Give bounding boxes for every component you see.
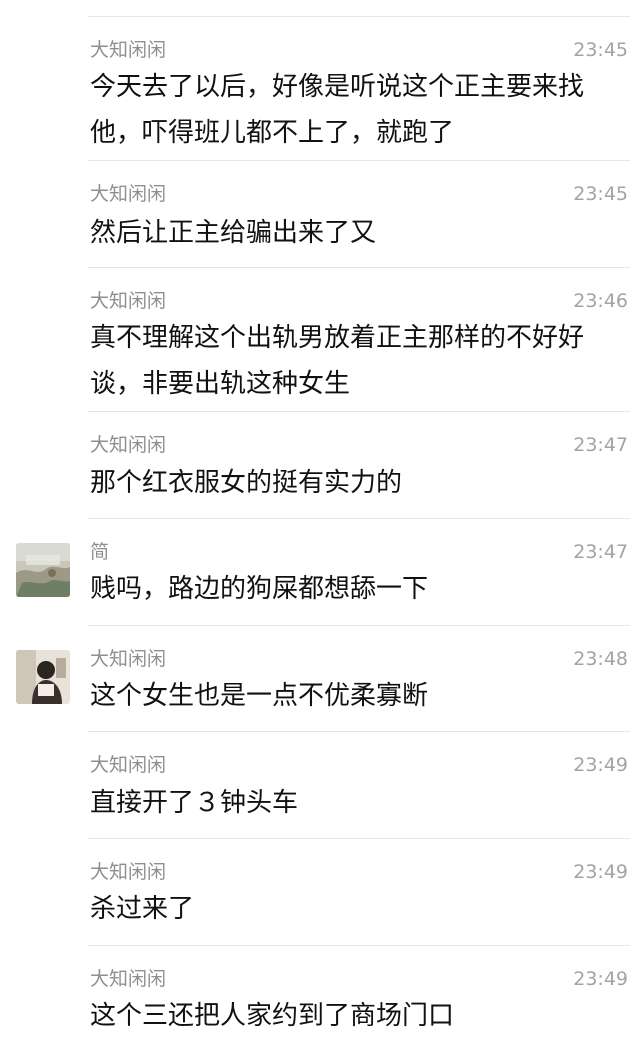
message-text-line: 谈，非要出轨这种女生	[90, 369, 351, 399]
message-time: 23:49	[573, 861, 628, 883]
sender-name: 大知闲闲	[90, 861, 167, 883]
message-text-line: 然后让正主给骗出来了又	[90, 218, 377, 248]
message-time: 23:49	[573, 968, 628, 990]
message-time: 23:46	[573, 290, 628, 312]
message-text-line: 真不理解这个出轨男放着正主那样的不好好	[90, 323, 585, 353]
message-divider	[88, 625, 630, 626]
message-text-line: 这个三还把人家约到了商场门口	[90, 1001, 455, 1031]
sender-name: 大知闲闲	[90, 290, 167, 312]
message-text-line: 今天去了以后，好像是听说这个正主要来找	[90, 72, 585, 102]
message-divider	[88, 160, 630, 161]
chat-message-list[interactable]: 大知闲闲 23:45 今天去了以后，好像是听说这个正主要来找 他，吓得班儿都不上…	[0, 0, 644, 1038]
sender-name: 大知闲闲	[90, 754, 167, 776]
message-time: 23:45	[573, 183, 628, 205]
message-time: 23:47	[573, 434, 628, 456]
message-time: 23:48	[573, 648, 628, 670]
message-text: 贱吗，路边的狗屎都想舔一下	[90, 566, 620, 612]
message-time: 23:49	[573, 754, 628, 776]
sender-name: 大知闲闲	[90, 968, 167, 990]
message-text: 杀过来了	[90, 886, 620, 932]
message-text: 这个三还把人家约到了商场门口	[90, 993, 620, 1039]
message-text: 然后让正主给骗出来了又	[90, 210, 620, 256]
avatar[interactable]	[16, 650, 70, 704]
message-text: 真不理解这个出轨男放着正主那样的不好好 谈，非要出轨这种女生	[90, 315, 620, 407]
message-divider	[88, 411, 630, 412]
message-time: 23:47	[573, 541, 628, 563]
message-divider	[88, 16, 630, 17]
message-text: 直接开了３钟头车	[90, 780, 620, 826]
avatar[interactable]	[16, 543, 70, 597]
message-text: 这个女生也是一点不优柔寡断	[90, 673, 620, 719]
message-text: 那个红衣服女的挺有实力的	[90, 460, 620, 506]
message-divider	[88, 945, 630, 946]
message-text-line: 杀过来了	[90, 894, 195, 924]
avatar-image	[16, 543, 70, 597]
avatar-image	[16, 650, 70, 704]
message-divider	[88, 731, 630, 732]
message-divider	[88, 518, 630, 519]
message-text: 今天去了以后，好像是听说这个正主要来找 他，吓得班儿都不上了，就跑了	[90, 64, 620, 156]
sender-name: 大知闲闲	[90, 183, 167, 205]
message-time: 23:45	[573, 39, 628, 61]
message-divider	[88, 267, 630, 268]
message-text-line: 那个红衣服女的挺有实力的	[90, 468, 403, 498]
message-divider	[88, 838, 630, 839]
sender-name: 大知闲闲	[90, 39, 167, 61]
sender-name: 大知闲闲	[90, 648, 167, 670]
sender-name: 大知闲闲	[90, 434, 167, 456]
message-text-line: 直接开了３钟头车	[90, 788, 299, 818]
message-text-line: 这个女生也是一点不优柔寡断	[90, 681, 429, 711]
message-text-line: 贱吗，路边的狗屎都想舔一下	[90, 574, 429, 604]
sender-name: 简	[90, 541, 110, 563]
message-text-line: 他，吓得班儿都不上了，就跑了	[90, 118, 455, 148]
